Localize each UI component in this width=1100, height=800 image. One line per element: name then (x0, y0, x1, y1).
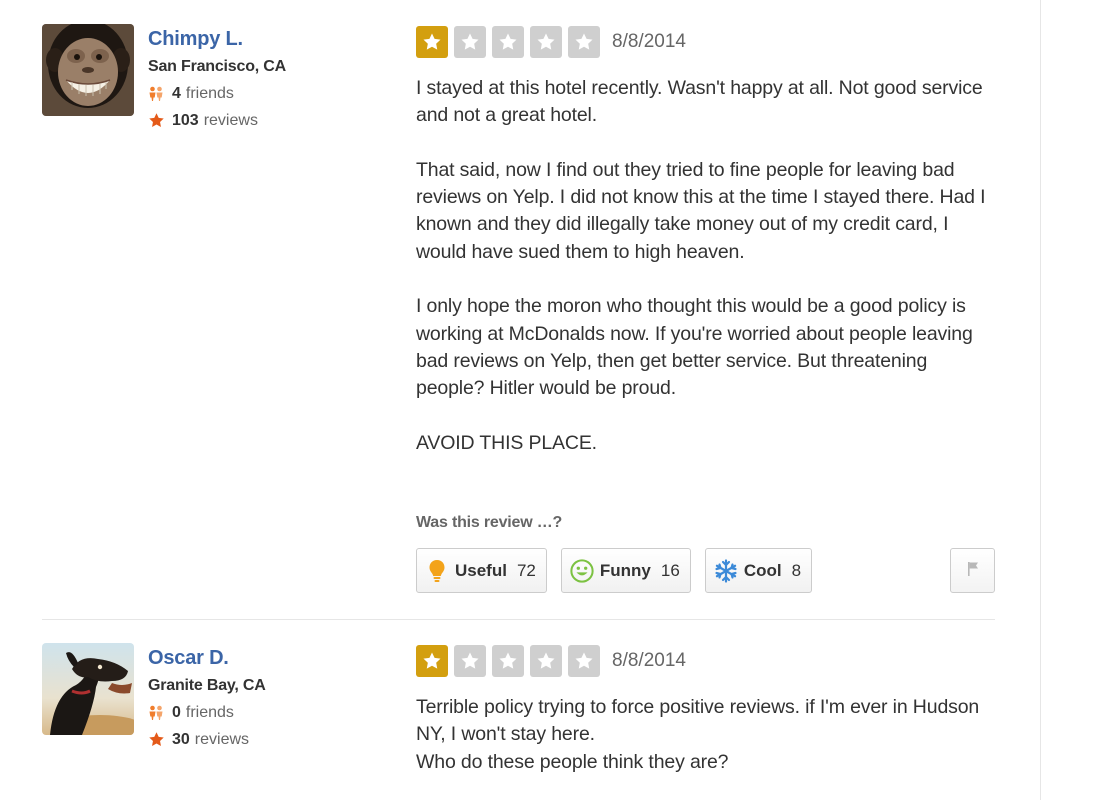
user-info: Chimpy L. San Francisco, CA 4 friends 10… (148, 24, 378, 134)
sidebar-divider (1040, 0, 1041, 800)
review-paragraph: That said, now I find out they tried to … (416, 158, 986, 263)
user-location: San Francisco, CA (148, 58, 286, 75)
cool-count: 8 (791, 560, 802, 580)
useful-label: Useful (455, 560, 507, 580)
cool-label: Cool (743, 560, 782, 580)
review-divider (42, 619, 995, 620)
chimpanzee-avatar-icon (42, 24, 134, 116)
star-icon (530, 26, 562, 58)
review-paragraph: I stayed at this hotel recently. Wasn't … (416, 77, 983, 127)
review-text: I stayed at this hotel recently. Wasn't … (416, 75, 996, 457)
review-content: 8/8/2014 Terrible policy trying to force… (416, 643, 996, 776)
star-rating: 8/8/2014 (416, 643, 996, 679)
review-paragraph: AVOID THIS PLACE. (416, 431, 597, 454)
reviews-count: 30 reviews (148, 726, 378, 753)
user-name-link[interactable]: Oscar D. (148, 643, 378, 673)
star-icon (492, 645, 524, 677)
star-icon (492, 26, 524, 58)
friends-count: 4 friends (148, 80, 378, 107)
flag-button[interactable] (950, 548, 995, 593)
review-item: Oscar D. Granite Bay, CA 0 friends 30 re… (42, 643, 995, 800)
useful-count: 72 (516, 560, 536, 580)
review-item: Chimpy L. San Francisco, CA 4 friends 10… (42, 24, 995, 596)
snowflake-icon (714, 558, 738, 584)
vote-buttons: Useful 72 Funny 16 Cool 8 (416, 548, 826, 593)
review-date: 8/8/2014 (612, 650, 686, 671)
reviews-count: 103 reviews (148, 107, 378, 134)
user-location: Granite Bay, CA (148, 677, 266, 694)
review-star-icon (148, 112, 166, 130)
star-icon (454, 26, 486, 58)
review-text: Terrible policy trying to force positive… (416, 694, 996, 776)
cool-button[interactable]: Cool 8 (704, 548, 813, 593)
friends-icon (148, 704, 166, 722)
star-icon (530, 645, 562, 677)
user-avatar[interactable] (42, 643, 134, 735)
star-rating: 8/8/2014 (416, 24, 996, 60)
funny-label: Funny (599, 560, 651, 580)
review-date: 8/8/2014 (612, 31, 686, 52)
review-content: 8/8/2014 I stayed at this hotel recently… (416, 24, 996, 593)
friends-count: 0 friends (148, 699, 378, 726)
flag-icon (966, 561, 980, 580)
review-paragraph: I only hope the moron who thought this w… (416, 295, 973, 400)
review-star-icon (148, 731, 166, 749)
funny-count: 16 (660, 560, 680, 580)
smiley-icon (570, 558, 594, 584)
star-icon (568, 645, 600, 677)
star-icon (568, 26, 600, 58)
dog-avatar-icon (42, 643, 134, 735)
star-icon (416, 26, 448, 58)
star-icon (454, 645, 486, 677)
useful-button[interactable]: Useful 72 (416, 548, 547, 593)
user-info: Oscar D. Granite Bay, CA 0 friends 30 re… (148, 643, 378, 753)
funny-button[interactable]: Funny 16 (560, 548, 691, 593)
friends-icon (148, 85, 166, 103)
user-avatar[interactable] (42, 24, 134, 116)
vote-prompt: Was this review …? (416, 514, 563, 531)
review-paragraph: Terrible policy trying to force positive… (416, 696, 980, 773)
user-name-link[interactable]: Chimpy L. (148, 24, 378, 54)
lightbulb-icon (425, 558, 449, 584)
star-icon (416, 645, 448, 677)
